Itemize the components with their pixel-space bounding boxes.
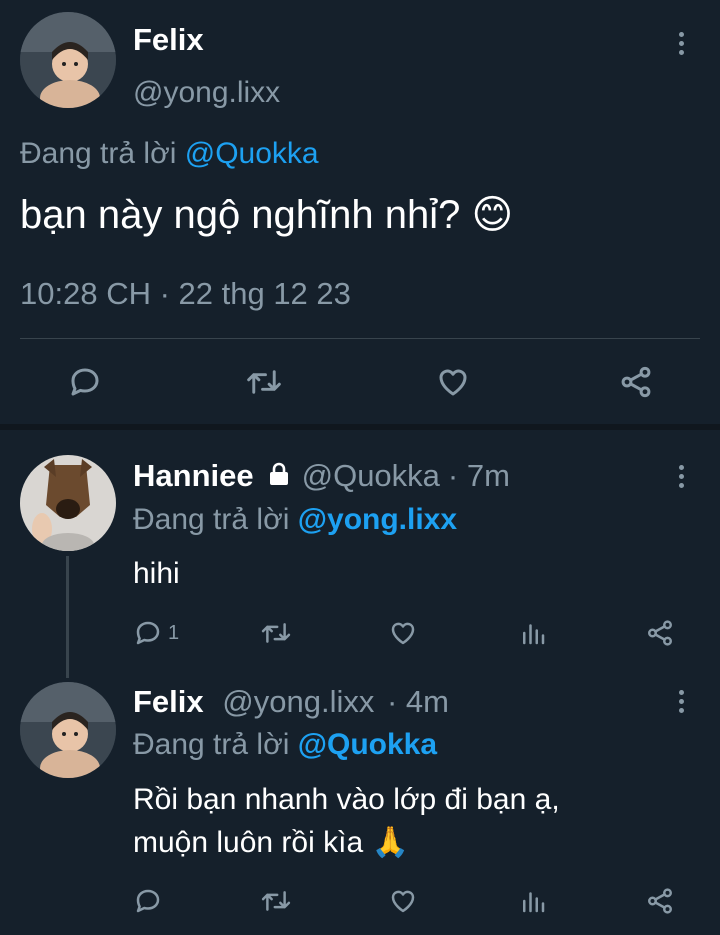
share-icon[interactable] (645, 618, 675, 648)
retweet-icon[interactable] (260, 618, 292, 648)
like-icon[interactable] (434, 364, 472, 400)
replying-to-line: Đang trả lời @yong.lixx (133, 503, 457, 537)
like-icon[interactable] (388, 886, 418, 916)
share-icon[interactable] (618, 364, 654, 400)
analytics-icon[interactable] (518, 618, 548, 648)
retweet-icon[interactable] (245, 364, 283, 400)
replying-to-link[interactable]: @Quokka (298, 728, 437, 761)
reply-author-name[interactable]: Hanniee (133, 458, 254, 494)
replying-prefix: Đang trả lời (133, 728, 290, 761)
replying-to-link[interactable]: @Quokka (185, 137, 319, 170)
reply-text-line-1: Rồi bạn nhanh vào lớp đi bạn ạ, (133, 783, 560, 816)
tweet-text: bạn này ngộ nghĩnh nhỉ? (20, 193, 461, 237)
share-icon[interactable] (645, 886, 675, 916)
replying-to-link[interactable]: @yong.lixx (298, 503, 457, 536)
reply-icon[interactable] (133, 886, 163, 916)
avatar[interactable] (20, 12, 116, 108)
replying-prefix: Đang trả lời (20, 137, 177, 170)
pray-emoji: 🙏 (371, 826, 409, 859)
retweet-icon[interactable] (260, 886, 292, 916)
reply-author-name[interactable]: Felix (133, 684, 204, 719)
reply-author-handle[interactable]: @yong.lixx (222, 684, 374, 719)
reply-icon[interactable]: 1 (133, 618, 179, 648)
reply-time[interactable]: · 4m (387, 684, 449, 719)
reply-thread-line (66, 556, 69, 678)
more-icon[interactable] (677, 465, 685, 488)
avatar[interactable] (20, 682, 116, 778)
author-handle[interactable]: @yong.lixx (133, 76, 280, 110)
lock-icon (268, 458, 290, 494)
reply-icon[interactable] (67, 364, 103, 400)
reply-time[interactable]: · 7m (448, 458, 510, 494)
reply-header: Felix @yong.lixx · 4m (133, 684, 449, 720)
more-icon[interactable] (677, 32, 685, 55)
author-name[interactable]: Felix (133, 22, 204, 58)
reply-author-handle[interactable]: @Quokka (302, 458, 440, 494)
tweet-text-line: bạn này ngộ nghĩnh nhỉ? 😊 (20, 192, 513, 238)
reply-header: Hanniee @Quokka · 7m (133, 458, 510, 494)
avatar[interactable] (20, 455, 116, 551)
analytics-icon[interactable] (518, 886, 548, 916)
divider (20, 338, 700, 339)
more-icon[interactable] (677, 690, 685, 713)
replying-to-line: Đang trả lời @Quokka (133, 728, 437, 762)
like-icon[interactable] (388, 618, 418, 648)
section-divider (0, 424, 720, 430)
smile-emoji: 😊 (471, 193, 514, 237)
reply-text-line-2: muộn luôn rồi kìa 🙏 (133, 825, 409, 860)
replying-prefix: Đang trả lời (133, 503, 290, 536)
reply-count: 1 (168, 621, 180, 644)
reply-text: muộn luôn rồi kìa (133, 826, 364, 859)
tweet-timestamp[interactable]: 10:28 CH · 22 thg 12 23 (20, 276, 351, 312)
reply-text: hihi (133, 557, 180, 590)
replying-to-line: Đang trả lời @Quokka (20, 137, 319, 171)
